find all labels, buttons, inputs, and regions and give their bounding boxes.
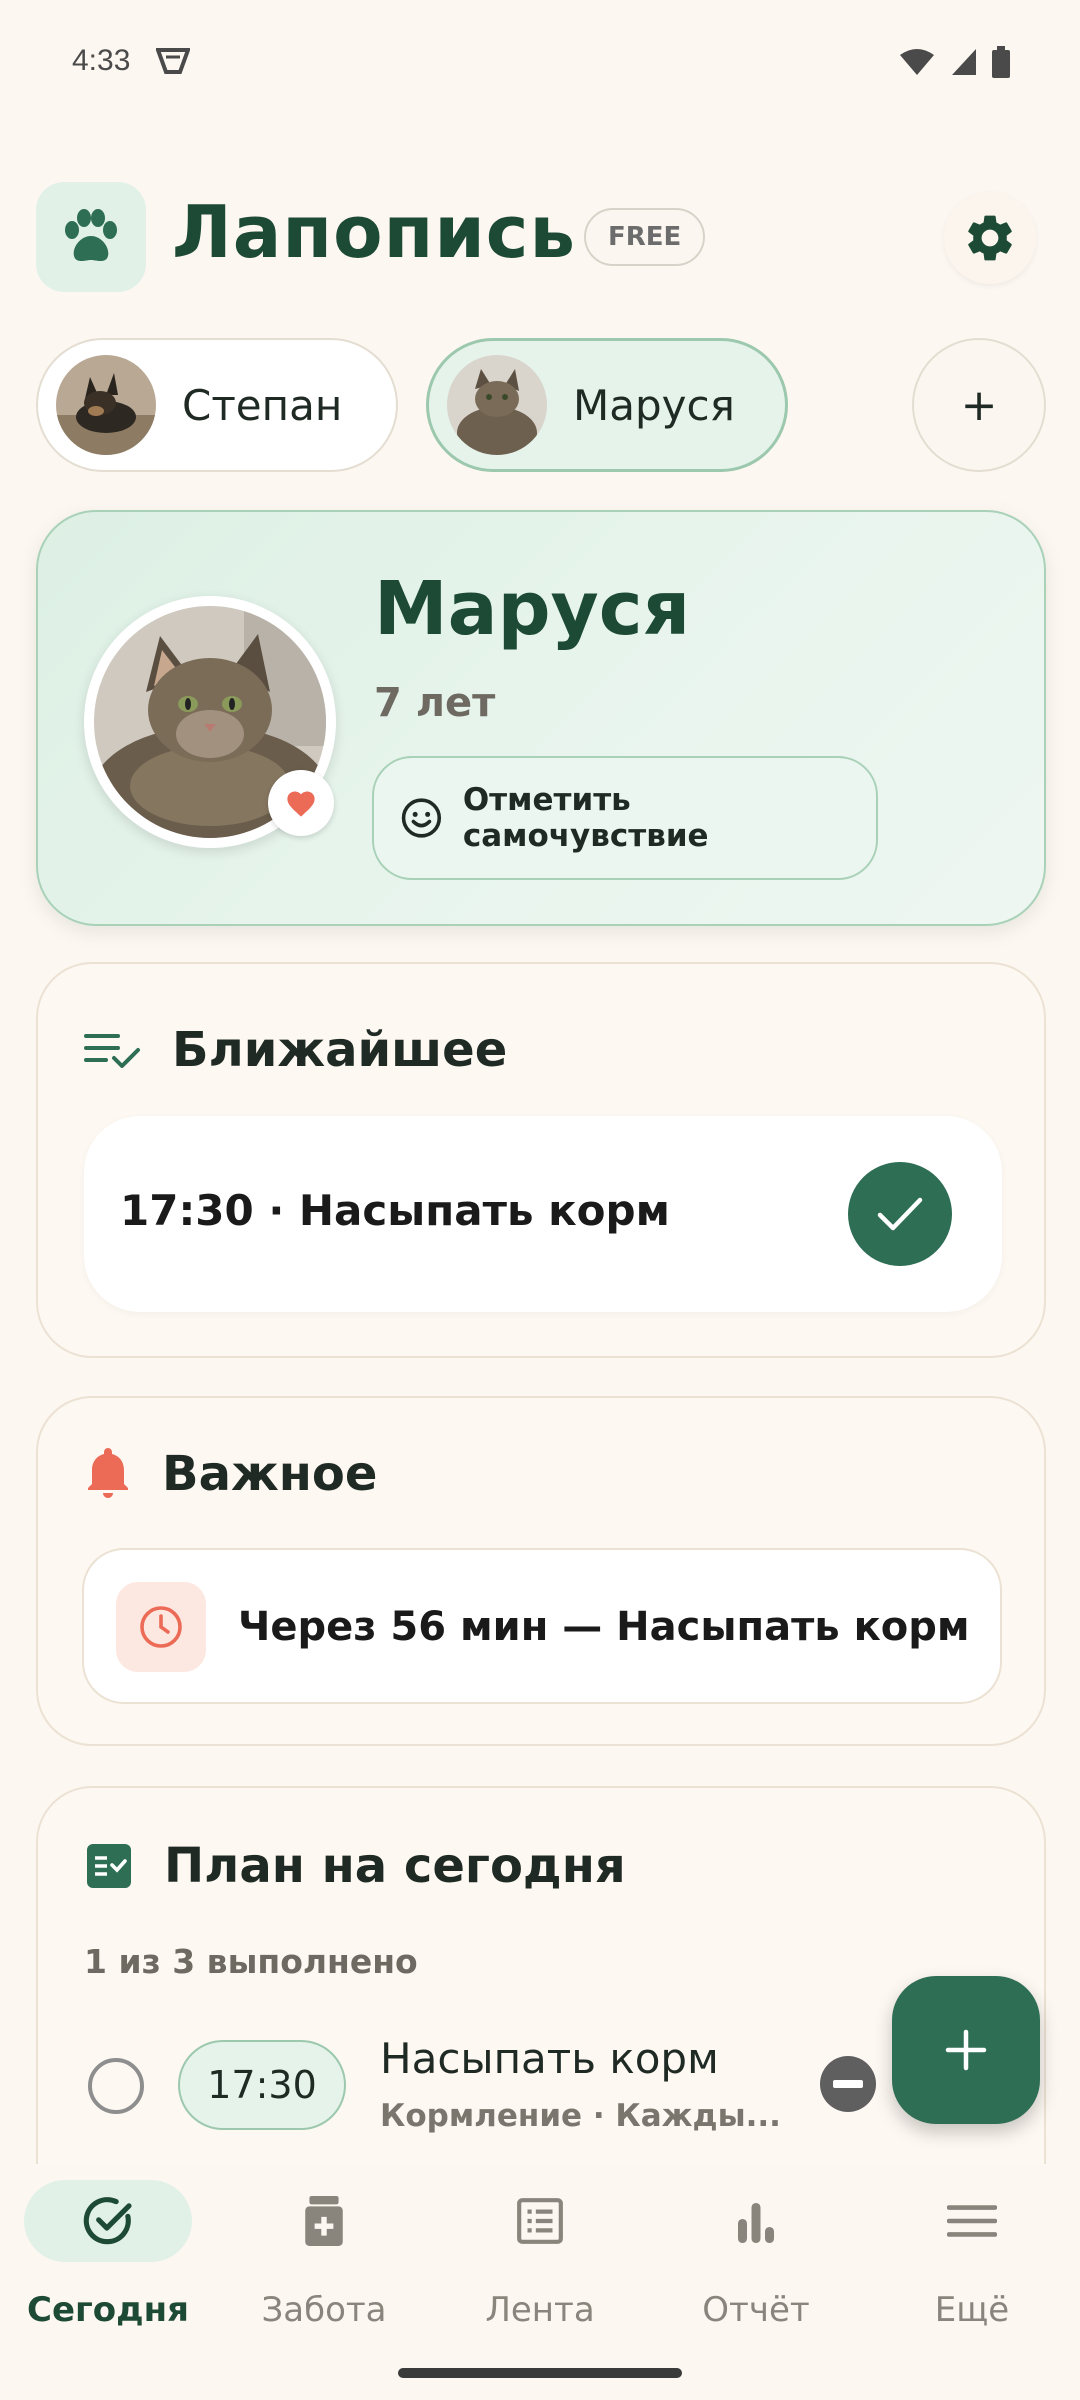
pet-age: 7 лет — [374, 680, 496, 726]
app-logo — [36, 182, 146, 292]
nav-label: Забота — [261, 2290, 387, 2330]
nav-label: Ещё — [934, 2290, 1010, 2330]
task-row[interactable]: 17:30 Насыпать корм Кормление · Кажды... — [84, 2034, 984, 2156]
signal-icon — [952, 49, 976, 75]
alert-icon-box — [116, 1582, 206, 1672]
status-time: 4:33 — [72, 44, 131, 77]
check-icon — [877, 1197, 923, 1231]
task-time-chip: 17:30 — [178, 2040, 346, 2130]
settings-button[interactable] — [944, 192, 1036, 284]
check-circle-icon — [83, 2197, 132, 2245]
upcoming-item-text: 17:30 · Насыпать корм — [120, 1186, 670, 1235]
plan-badge[interactable]: FREE — [584, 208, 706, 266]
clock-icon — [140, 1606, 182, 1648]
nav-label: Сегодня — [27, 2290, 189, 2330]
reminder-alert-text: Через 56 мин — Насыпать корм — [238, 1604, 970, 1650]
today-plan-card: План на сегодня 1 из 3 выполнено 17:30 Н… — [36, 1786, 1046, 2206]
mark-done-button[interactable] — [848, 1162, 952, 1266]
nav-label: Лента — [485, 2290, 595, 2330]
battery-icon — [992, 46, 1010, 78]
heart-icon — [287, 791, 315, 817]
pet-name: Маруся — [374, 566, 691, 652]
bar-chart-icon — [738, 2203, 774, 2243]
plan-header: План на сегодня — [84, 1838, 626, 1894]
important-card: Важное Через 56 мин — Насыпать корм — [36, 1396, 1046, 1746]
wifi-icon — [900, 49, 934, 75]
home-indicator[interactable] — [398, 2368, 682, 2378]
bottom-navigation: Сегодня Забота Лента Отчёт Ещё — [0, 2164, 1080, 2400]
nav-icon-pill — [24, 2180, 192, 2262]
plan-title: План на сегодня — [164, 1838, 626, 1894]
pet-profile-card: Маруся 7 лет Отметить самочувствие — [36, 510, 1046, 926]
menu-icon — [947, 2205, 997, 2237]
app-notification-icon — [156, 48, 190, 74]
app-title: Лапопись — [172, 190, 576, 274]
nav-icon-pill — [456, 2180, 624, 2262]
task-title: Насыпать корм — [380, 2034, 719, 2083]
favorite-badge — [268, 770, 334, 836]
nav-today[interactable]: Сегодня — [0, 2180, 216, 2340]
nav-care[interactable]: Забота — [216, 2180, 432, 2340]
task-subtitle: Кормление · Кажды... — [380, 2098, 781, 2134]
pet-tab-stepan[interactable]: Степан — [36, 338, 398, 472]
minus-icon — [833, 2080, 863, 2088]
list-icon — [517, 2198, 563, 2244]
add-fab-button[interactable] — [892, 1976, 1040, 2124]
pet-tab-marusya[interactable]: Маруся — [426, 338, 788, 472]
reminder-alert[interactable]: Через 56 мин — Насыпать корм — [82, 1548, 1002, 1704]
plan-progress: 1 из 3 выполнено — [84, 1942, 418, 1981]
important-title: Важное — [162, 1446, 378, 1502]
bell-icon — [88, 1448, 128, 1498]
avatar — [56, 355, 156, 455]
upcoming-title: Ближайшее — [172, 1022, 508, 1078]
pet-tab-label: Маруся — [573, 380, 735, 430]
nav-feed[interactable]: Лента — [432, 2180, 648, 2340]
app-header: Лапопись FREE — [36, 182, 1046, 292]
add-pet-button[interactable]: + — [912, 338, 1046, 472]
pet-tab-label: Степан — [182, 380, 343, 430]
gear-icon — [968, 215, 1012, 261]
nav-icon-pill — [672, 2180, 840, 2262]
paw-icon — [65, 209, 117, 261]
task-remove-button[interactable] — [820, 2056, 876, 2112]
upcoming-card: Ближайшее 17:30 · Насыпать корм — [36, 962, 1046, 1358]
plus-icon — [945, 2029, 987, 2071]
upcoming-header: Ближайшее — [84, 1022, 507, 1078]
mark-wellbeing-button[interactable]: Отметить самочувствие — [372, 756, 878, 880]
pet-selector: Степан Маруся + — [36, 338, 1046, 474]
nav-icon-pill — [888, 2180, 1056, 2262]
checklist-icon — [84, 1034, 140, 1068]
nav-label: Отчёт — [702, 2290, 810, 2330]
task-checkbox[interactable] — [88, 2058, 144, 2114]
important-header: Важное — [84, 1446, 377, 1502]
status-bar: 4:33 — [0, 0, 1080, 120]
nav-report[interactable]: Отчёт — [648, 2180, 864, 2340]
upcoming-item[interactable]: 17:30 · Насыпать корм — [84, 1116, 1002, 1312]
smiley-icon — [401, 798, 442, 838]
nav-more[interactable]: Ещё — [864, 2180, 1080, 2340]
nav-icon-pill — [240, 2180, 408, 2262]
avatar — [447, 355, 547, 455]
medicine-icon — [305, 2196, 343, 2246]
mark-wellbeing-label: Отметить самочувствие — [462, 782, 709, 854]
task-list-icon — [87, 1844, 131, 1888]
